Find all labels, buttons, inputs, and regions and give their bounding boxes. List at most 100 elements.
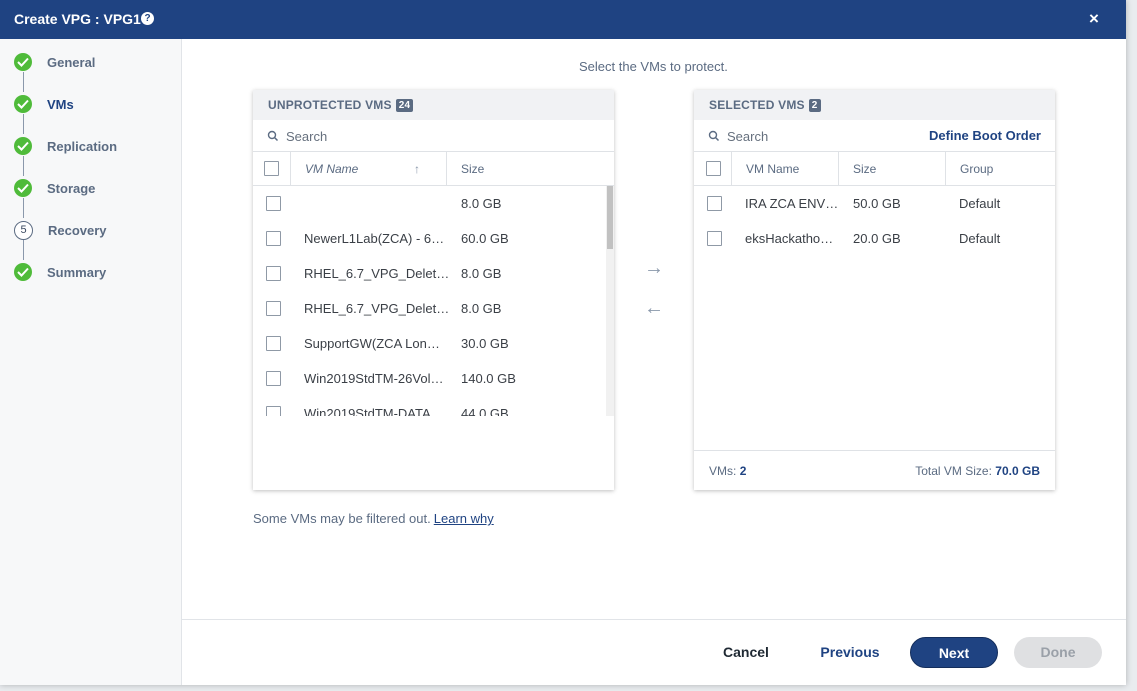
main-content: Select the VMs to protect. UNPROTECTED V… xyxy=(182,39,1126,619)
table-row[interactable]: eksHackatho… 20.0 GB Default xyxy=(694,221,1055,256)
create-vpg-dialog: Create VPG : VPG1 ? × General VMs Replic… xyxy=(0,0,1126,685)
search-icon xyxy=(708,129,720,147)
unprotected-vms-panel: UNPROTECTED VMS24 VM Name ↑ Size 8.0 GB xyxy=(253,90,614,490)
vm-size: 60.0 GB xyxy=(461,231,509,246)
row-checkbox[interactable] xyxy=(707,231,722,246)
select-all-checkbox[interactable] xyxy=(264,161,279,176)
vm-name: Win2019StdTM-26Vol… xyxy=(304,371,444,386)
vm-size: 50.0 GB xyxy=(853,196,901,211)
table-row[interactable]: IRA ZCA ENV… 50.0 GB Default xyxy=(694,186,1055,221)
row-checkbox[interactable] xyxy=(707,196,722,211)
panel-title-text: SELECTED VMS xyxy=(709,98,805,112)
scrollbar-thumb[interactable] xyxy=(607,186,613,249)
panel-title: UNPROTECTED VMS 24 xyxy=(268,98,414,112)
row-checkbox[interactable] xyxy=(266,301,281,316)
vm-size: 8.0 GB xyxy=(461,301,502,316)
step-number: 5 xyxy=(14,221,33,240)
vm-size: 8.0 GB xyxy=(461,266,502,281)
row-checkbox[interactable] xyxy=(266,336,281,351)
step-label: Replication xyxy=(47,139,118,154)
vm-size: 8.0 GB xyxy=(461,196,502,211)
table-header: VM Name ↑ Size xyxy=(253,152,614,186)
vm-size: 140.0 GB xyxy=(461,371,516,386)
panel-title-text: UNPROTECTED VMS xyxy=(268,98,392,112)
filter-note-text: Some VMs may be filtered out. xyxy=(253,511,431,526)
table-row[interactable]: Win2019StdTM-DATA… 44.0 GB xyxy=(253,396,606,416)
next-button[interactable]: Next xyxy=(910,637,998,668)
define-boot-order-link[interactable]: Define Boot Order xyxy=(929,128,1041,143)
table-header: VM Name Size Group xyxy=(694,152,1055,186)
search-input[interactable] xyxy=(727,126,907,146)
sort-arrow-up-icon: ↑ xyxy=(414,162,420,176)
column-size[interactable]: Size xyxy=(838,152,945,186)
table-row[interactable]: SupportGW(ZCA Lon… 30.0 GB xyxy=(253,326,606,361)
table-body: 8.0 GB NewerL1Lab(ZCA) - 6… 60.0 GB RHEL… xyxy=(253,186,606,416)
step-connector xyxy=(23,198,24,218)
search-row xyxy=(253,120,614,152)
vm-name: RHEL_6.7_VPG_Delet… xyxy=(304,301,450,316)
vm-name: RHEL_6.7_VPG_Delet… xyxy=(304,266,450,281)
column-group[interactable]: Group xyxy=(945,152,1055,186)
check-icon xyxy=(14,95,32,113)
wizard-steps: General VMs Replication Storage 5 Recove… xyxy=(0,39,182,685)
column-vm-name[interactable]: VM Name xyxy=(731,152,838,186)
panel-header: UNPROTECTED VMS 24 xyxy=(253,90,614,120)
row-checkbox[interactable] xyxy=(266,196,281,211)
count-badge: 24 xyxy=(395,99,414,112)
search-input[interactable] xyxy=(286,126,486,146)
total-size: Total VM Size: 70.0 GB xyxy=(915,464,1040,478)
cancel-button[interactable]: Cancel xyxy=(708,637,784,668)
vm-size: 44.0 GB xyxy=(461,406,509,416)
arrow-left-icon[interactable]: ← xyxy=(644,297,664,320)
step-label: Summary xyxy=(47,265,107,280)
count-badge: 2 xyxy=(808,99,821,112)
vm-count-value: 2 xyxy=(739,464,747,478)
column-label: Size xyxy=(853,162,877,176)
check-icon xyxy=(14,179,32,197)
dialog-titlebar: Create VPG : VPG1 ? × xyxy=(0,0,1126,39)
step-label: General xyxy=(47,55,96,70)
total-size-label: Total VM Size: xyxy=(915,464,992,478)
select-all-checkbox[interactable] xyxy=(706,161,721,176)
learn-why-link[interactable]: Learn why xyxy=(434,511,494,526)
vm-group: Default xyxy=(959,196,1001,211)
step-connector xyxy=(23,72,24,92)
panel-title: SELECTED VMS 2 xyxy=(709,98,821,112)
check-icon xyxy=(14,263,32,281)
previous-button[interactable]: Previous xyxy=(808,637,892,668)
row-checkbox[interactable] xyxy=(266,371,281,386)
panel-header: SELECTED VMS 2 xyxy=(694,90,1055,120)
table-row[interactable]: RHEL_6.7_VPG_Delet… 8.0 GB xyxy=(253,256,606,291)
vm-size: 30.0 GB xyxy=(461,336,509,351)
dialog-title: Create VPG : VPG1 xyxy=(14,11,141,27)
vm-name: Win2019StdTM-DATA… xyxy=(304,406,444,416)
column-vm-name[interactable]: VM Name ↑ xyxy=(290,152,446,186)
column-size[interactable]: Size xyxy=(446,152,606,186)
column-label: VM Name xyxy=(746,162,800,176)
vm-name: SupportGW(ZCA Lon… xyxy=(304,336,440,351)
table-row[interactable]: RHEL_6.7_VPG_Delet… 8.0 GB xyxy=(253,291,606,326)
check-icon xyxy=(14,137,32,155)
row-checkbox[interactable] xyxy=(266,266,281,281)
step-connector xyxy=(23,156,24,176)
row-checkbox[interactable] xyxy=(266,406,281,416)
table-row[interactable]: 8.0 GB xyxy=(253,186,606,221)
vm-count-label: VMs: xyxy=(709,464,737,478)
instruction-text: Select the VMs to protect. xyxy=(579,59,728,74)
question-icon[interactable]: ? xyxy=(141,12,154,25)
row-checkbox[interactable] xyxy=(266,231,281,246)
step-connector xyxy=(23,240,24,260)
search-row: Define Boot Order xyxy=(694,120,1055,152)
close-icon[interactable]: × xyxy=(1089,9,1099,29)
total-size-value: 70.0 GB xyxy=(995,464,1040,478)
vm-group: Default xyxy=(959,231,1001,246)
vm-name: IRA ZCA ENV… xyxy=(745,196,839,211)
table-row[interactable]: Win2019StdTM-26Vol… 140.0 GB xyxy=(253,361,606,396)
step-connector xyxy=(23,114,24,134)
table-row[interactable]: NewerL1Lab(ZCA) - 6… 60.0 GB xyxy=(253,221,606,256)
filter-note: Some VMs may be filtered out. Learn why xyxy=(253,511,494,526)
done-button[interactable]: Done xyxy=(1014,637,1102,668)
column-label: Group xyxy=(960,162,994,176)
column-label: VM Name xyxy=(305,162,359,176)
arrow-right-icon[interactable]: → xyxy=(644,257,664,280)
